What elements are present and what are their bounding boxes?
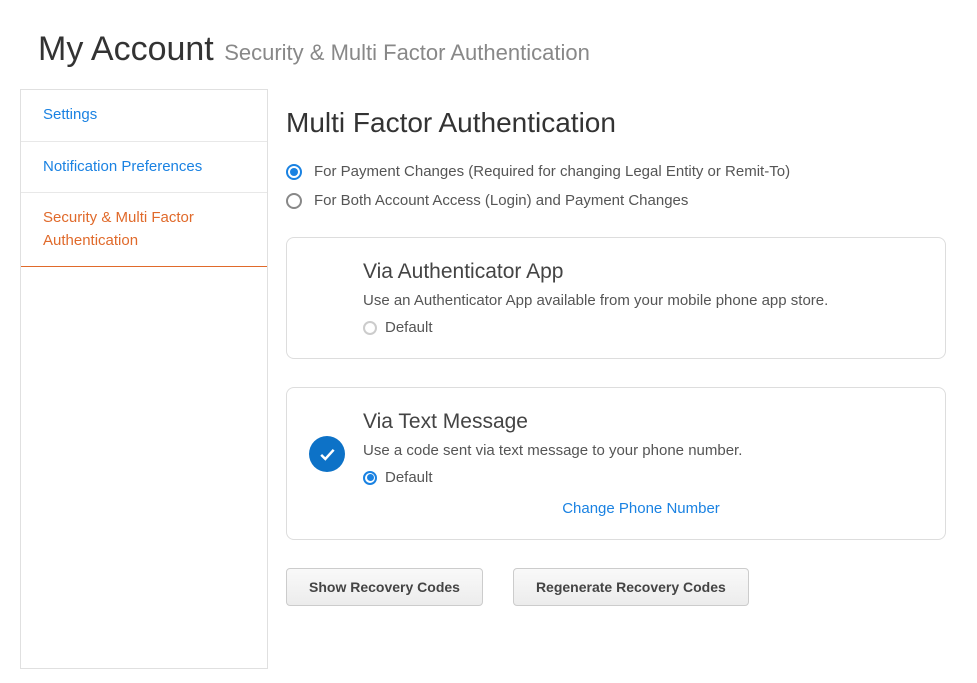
main-content: Multi Factor Authentication For Payment … — [286, 89, 966, 669]
default-label: Default — [385, 469, 433, 486]
method-card-authenticator-app: Via Authenticator App Use an Authenticat… — [286, 237, 946, 359]
radio-unselected-icon — [286, 193, 302, 209]
method-title: Via Text Message — [363, 410, 919, 434]
method-title: Via Authenticator App — [363, 260, 919, 284]
regenerate-recovery-codes-button[interactable]: Regenerate Recovery Codes — [513, 568, 749, 606]
card-body: Via Authenticator App Use an Authenticat… — [363, 260, 919, 336]
sidebar-item-settings[interactable]: Settings — [21, 90, 267, 142]
scope-option-label: For Payment Changes (Required for changi… — [314, 163, 790, 180]
main-heading: Multi Factor Authentication — [286, 107, 946, 139]
page-title: My Account — [38, 30, 214, 68]
check-circle-icon — [309, 436, 345, 472]
scope-option-label: For Both Account Access (Login) and Paym… — [314, 192, 688, 209]
page-subtitle: Security & Multi Factor Authentication — [224, 40, 590, 65]
sidebar-item-security-mfa[interactable]: Security & Multi Factor Authentication — [21, 193, 267, 267]
default-label: Default — [385, 319, 433, 336]
scope-option-both[interactable]: For Both Account Access (Login) and Paym… — [286, 192, 946, 209]
card-body: Via Text Message Use a code sent via tex… — [363, 410, 919, 517]
change-phone-number-link[interactable]: Change Phone Number — [363, 500, 919, 517]
button-row: Show Recovery Codes Regenerate Recovery … — [286, 568, 946, 606]
radio-selected-icon — [363, 471, 377, 485]
show-recovery-codes-button[interactable]: Show Recovery Codes — [286, 568, 483, 606]
method-card-text-message: Via Text Message Use a code sent via tex… — [286, 387, 946, 540]
page-header: My Account Security & Multi Factor Authe… — [0, 0, 977, 89]
radio-disabled-icon — [363, 321, 377, 335]
sidebar-item-notification-preferences[interactable]: Notification Preferences — [21, 142, 267, 194]
radio-selected-icon — [286, 164, 302, 180]
scope-option-payment-changes[interactable]: For Payment Changes (Required for changi… — [286, 163, 946, 180]
method-description: Use a code sent via text message to your… — [363, 442, 919, 459]
method-description: Use an Authenticator App available from … — [363, 292, 919, 309]
default-option-text-message[interactable]: Default — [363, 469, 919, 486]
sidebar: Settings Notification Preferences Securi… — [20, 89, 268, 669]
default-option-authenticator[interactable]: Default — [363, 319, 919, 336]
